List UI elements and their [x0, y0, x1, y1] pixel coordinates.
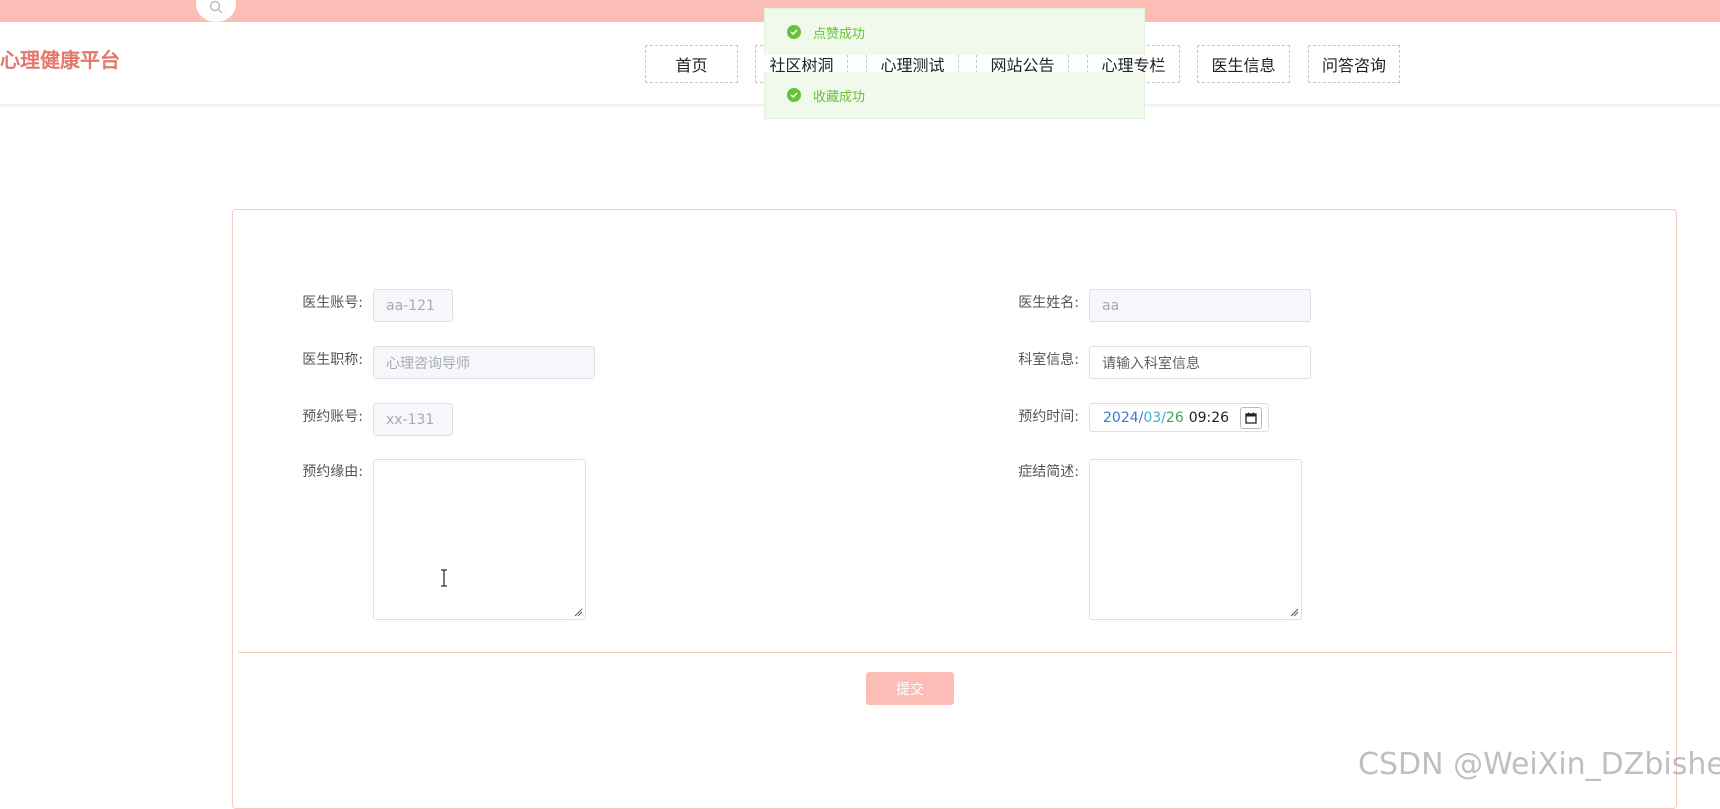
- resize-handle-icon[interactable]: [1289, 607, 1299, 617]
- doctor-title-field[interactable]: 心理咨询导师: [373, 346, 595, 379]
- form-divider: [238, 652, 1672, 653]
- booking-account-field[interactable]: xx-131: [373, 403, 453, 436]
- department-label: 科室信息:: [1018, 352, 1079, 368]
- booking-account-label: 预约账号:: [302, 409, 363, 425]
- date-month: 03: [1143, 409, 1162, 426]
- date-year: 2024: [1103, 409, 1139, 426]
- resize-handle-icon[interactable]: [573, 607, 583, 617]
- toast-text: 点赞成功: [813, 26, 866, 42]
- booking-reason-textarea[interactable]: [373, 459, 586, 620]
- site-logo[interactable]: 心理健康平台: [0, 44, 120, 73]
- success-check-icon: [787, 88, 801, 102]
- booking-time-label: 预约时间:: [1018, 409, 1079, 425]
- success-check-icon: [787, 25, 801, 39]
- nav-qa[interactable]: 问答咨询: [1308, 45, 1400, 83]
- toast-like-success: 点赞成功: [764, 8, 1145, 55]
- symptoms-label: 症结简述:: [1018, 464, 1079, 480]
- booking-reason-label: 预约缘由:: [302, 464, 363, 480]
- search-icon: [209, 0, 223, 14]
- toast-text: 收藏成功: [813, 89, 866, 105]
- nav-home[interactable]: 首页: [645, 45, 738, 83]
- doctor-title-label: 医生职称:: [302, 352, 363, 368]
- doctor-name-label: 医生姓名:: [1018, 295, 1079, 311]
- doctor-account-field[interactable]: aa-121: [373, 289, 453, 322]
- nav-doctors[interactable]: 医生信息: [1197, 45, 1290, 83]
- date-day: 26: [1165, 409, 1184, 426]
- doctor-name-field[interactable]: aa: [1089, 289, 1311, 322]
- calendar-icon[interactable]: [1240, 407, 1262, 429]
- submit-button[interactable]: 提交: [866, 672, 954, 705]
- symptoms-textarea[interactable]: [1089, 459, 1302, 620]
- doctor-account-label: 医生账号:: [302, 295, 363, 311]
- department-input[interactable]: 请输入科室信息: [1089, 346, 1311, 379]
- date-time: 09:26: [1188, 409, 1230, 426]
- text-cursor-icon: [441, 569, 447, 587]
- toast-favorite-success: 收藏成功: [764, 72, 1145, 119]
- booking-time-picker[interactable]: 2024/03/26 09:26: [1089, 403, 1269, 432]
- watermark: CSDN @WeiXin_DZbishe: [1358, 747, 1720, 782]
